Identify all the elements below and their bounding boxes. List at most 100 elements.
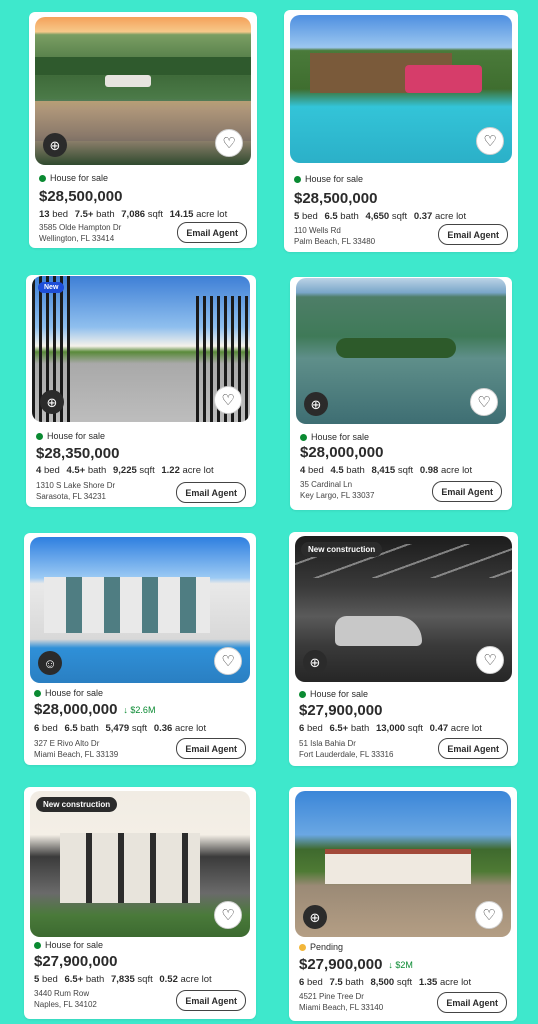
baths-value: 4.5: [330, 465, 344, 476]
status-dot: [34, 689, 41, 697]
listing-card[interactable]: New ⊕ ♡ House for sale $28,350,000 4 bed…: [26, 275, 256, 507]
heart-icon[interactable]: ♡: [470, 388, 498, 416]
status-label: House for sale: [299, 689, 368, 699]
globe-icon[interactable]: ⊕: [43, 133, 67, 157]
heart-icon[interactable]: ♡: [475, 901, 503, 929]
email-agent-button[interactable]: Email Agent: [176, 990, 246, 1011]
sqft-value: 13,000: [375, 723, 406, 734]
beds-label: bed: [41, 723, 58, 734]
beds-value: 13: [39, 209, 50, 220]
listing-photo[interactable]: ⊕ ♡: [35, 17, 251, 165]
globe-icon[interactable]: ⊕: [303, 905, 327, 929]
status-label: House for sale: [36, 431, 105, 441]
email-agent-button[interactable]: Email Agent: [176, 482, 246, 503]
listing-photo[interactable]: ♡: [290, 15, 512, 163]
listing-photo[interactable]: New construction ⊕ ♡: [295, 536, 512, 682]
baths-label: bath: [350, 723, 370, 734]
status-text: House for sale: [311, 432, 370, 442]
lot-value: 0.37: [413, 211, 433, 222]
baths-value: 6.5+: [329, 723, 349, 734]
heart-icon[interactable]: ♡: [476, 646, 504, 674]
price-text: $28,000,000: [34, 701, 118, 718]
lot-value: 14.15: [169, 209, 194, 220]
baths-label: bath: [85, 974, 105, 985]
status-label: House for sale: [39, 173, 108, 183]
listing-card[interactable]: ⊕ ♡ House for sale $28,000,000 4 bed 4.5…: [290, 277, 512, 510]
listing-photo[interactable]: ☺ ♡: [30, 537, 250, 683]
address-line-2: Naples, FL 34102: [34, 1000, 97, 1009]
sqft-value: 5,479: [105, 723, 130, 734]
beds-label: bed: [306, 977, 323, 988]
listing-card[interactable]: ♡ House for sale $28,500,000 5 bed 6.5 b…: [284, 10, 518, 252]
sqft-value: 7,835: [110, 974, 135, 985]
lot-value: 0.52: [159, 974, 178, 985]
baths-value: 6.5: [64, 723, 78, 734]
specs: 4 bed 4.5 bath 8,415 sqft 0.98 acre lot: [300, 465, 476, 476]
baths-label: bath: [346, 465, 365, 476]
listing-tag: New: [38, 282, 65, 293]
listing-photo[interactable]: New ⊕ ♡: [32, 276, 250, 422]
status-dot: [300, 433, 307, 441]
heart-icon[interactable]: ♡: [214, 647, 242, 675]
globe-icon[interactable]: ⊕: [304, 392, 328, 416]
baths-value: 6.5: [324, 211, 338, 222]
status-dot: [34, 941, 41, 949]
sqft-value: 8,415: [371, 465, 396, 476]
beds-value: 4: [300, 465, 306, 476]
heart-icon[interactable]: ♡: [214, 901, 242, 929]
heart-icon[interactable]: ♡: [214, 386, 242, 414]
price: $28,500,000: [39, 188, 122, 205]
price: $27,900,000 ↓ $2M: [299, 956, 413, 973]
baths-label: bath: [80, 723, 99, 734]
listing-tag: New construction: [301, 542, 383, 557]
beds-label: bed: [41, 974, 58, 985]
address-line-2: Sarasota, FL 34231: [36, 492, 106, 501]
3d-tour-icon[interactable]: ☺: [38, 651, 62, 675]
status-text: House for sale: [305, 174, 364, 184]
heart-icon[interactable]: ♡: [476, 127, 504, 155]
baths-label: bath: [96, 209, 115, 220]
listing-card[interactable]: New construction ⊕ ♡ House for sale $27,…: [289, 532, 518, 766]
address: 35 Cardinal Ln Key Largo, FL 33037: [300, 479, 374, 501]
price: $27,900,000: [34, 953, 117, 970]
status-label: House for sale: [300, 432, 369, 442]
price-drop-badge: ↓ $2.6M: [123, 704, 156, 715]
email-agent-button[interactable]: Email Agent: [176, 738, 246, 759]
email-agent-button[interactable]: Email Agent: [177, 222, 247, 243]
globe-icon[interactable]: ⊕: [303, 650, 327, 674]
beds-label: bed: [52, 209, 69, 220]
listing-photo[interactable]: New construction ♡: [30, 791, 250, 937]
listing-photo[interactable]: ⊕ ♡: [296, 278, 506, 424]
beds-value: 6: [299, 723, 305, 734]
specs: 5 bed 6.5 bath 4,650 sqft 0.37 acre lot: [294, 211, 470, 222]
address-line-1: 35 Cardinal Ln: [300, 480, 353, 489]
lot-label: acre lot: [450, 723, 482, 734]
listing-photo[interactable]: ⊕ ♡: [295, 791, 511, 937]
email-agent-button[interactable]: Email Agent: [432, 481, 502, 502]
email-agent-button[interactable]: Email Agent: [438, 738, 508, 759]
address-line-1: 51 Isla Bahia Dr: [299, 739, 356, 748]
status-text: House for sale: [47, 431, 106, 441]
beds-value: 5: [294, 211, 300, 222]
email-agent-button[interactable]: Email Agent: [437, 992, 507, 1013]
baths-label: bath: [340, 211, 359, 222]
heart-icon[interactable]: ♡: [215, 129, 243, 157]
globe-icon[interactable]: ⊕: [40, 390, 64, 414]
sqft-label: sqft: [396, 977, 413, 988]
listing-card[interactable]: ☺ ♡ House for sale $28,000,000 ↓ $2.6M 6 …: [24, 533, 256, 765]
listing-card[interactable]: ⊕ ♡ House for sale $28,500,000 13 bed 7.…: [29, 12, 257, 248]
listing-tag: New construction: [36, 797, 118, 812]
listing-card[interactable]: ⊕ ♡ Pending $27,900,000 ↓ $2M 6 bed 7.5 b…: [289, 787, 517, 1021]
specs: 4 bed 4.5+ bath 9,225 sqft 1.22 acre lot: [36, 465, 218, 476]
address-line-2: Miami Beach, FL 33139: [34, 750, 119, 759]
price-text: $27,900,000: [34, 953, 118, 970]
email-agent-button[interactable]: Email Agent: [438, 224, 508, 245]
specs: 6 bed 6.5+ bath 13,000 sqft 0.47 acre lo…: [299, 723, 486, 734]
listing-card[interactable]: New construction ♡ House for sale $27,90…: [24, 787, 256, 1019]
address: 3440 Rum Row Naples, FL 34102: [34, 988, 97, 1010]
price: $27,900,000: [299, 702, 382, 719]
status-label: Pending: [299, 942, 343, 952]
baths-value: 4.5+: [66, 465, 86, 476]
address-line-2: Fort Lauderdale, FL 33316: [299, 750, 394, 759]
beds-label: bed: [301, 211, 318, 222]
